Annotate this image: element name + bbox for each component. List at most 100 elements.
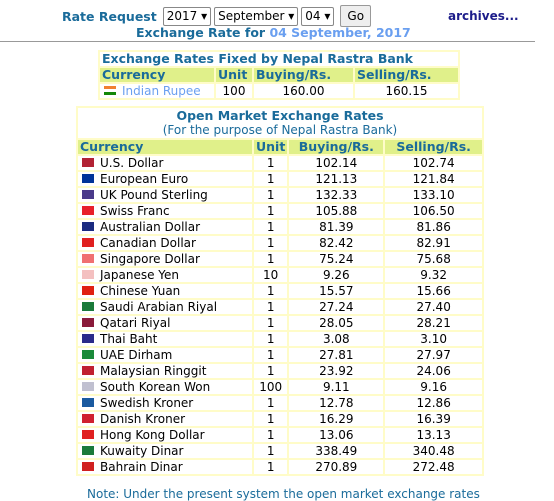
col-buying: Buying/Rs. [254,68,353,82]
year-select[interactable]: 2017 ▾ [162,6,212,26]
unit-cell: 100 [216,84,252,98]
table-row: Australian Dollar 1 81.39 81.86 [78,220,482,234]
rate-request-label: Rate Request [62,8,157,24]
rate-request-form: Rate Request 2017 ▾ September ▾ 04 ▾ Go [62,5,372,27]
selling-cell: 340.48 [385,444,482,458]
flag-icon [82,446,94,455]
unit-cell: 1 [254,444,288,458]
flag-icon [82,158,94,167]
month-select[interactable]: September ▾ [214,6,299,26]
currency-name: Swedish Kroner [100,396,194,410]
indian-rupee-link[interactable]: Indian Rupee [122,84,201,98]
go-button[interactable]: Go [340,5,372,27]
currency-name: Kuwaity Dinar [100,444,184,458]
unit-cell: 1 [254,236,288,250]
buying-cell: 82.42 [289,236,384,250]
currency-cell: Qatari Riyal [78,316,252,330]
buying-cell: 15.57 [289,284,384,298]
col-unit: Unit [216,68,252,82]
buying-cell: 9.26 [289,268,384,282]
currency-name: Malaysian Ringgit [100,364,207,378]
buying-cell: 16.29 [289,412,384,426]
buying-cell: 121.13 [289,172,384,186]
archives-link[interactable]: archives... [448,9,519,23]
currency-cell: Chinese Yuan [78,284,252,298]
unit-cell: 1 [254,284,288,298]
unit-cell: 1 [254,348,288,362]
currency-cell: Indian Rupee [100,84,214,98]
currency-name: Danish Kroner [100,412,186,426]
fixed-rates-table: Exchange Rates Fixed by Nepal Rastra Ban… [98,50,460,100]
unit-cell: 1 [254,316,288,330]
selling-cell: 28.21 [385,316,482,330]
flag-icon [82,382,94,391]
col-unit: Unit [254,139,288,154]
unit-cell: 1 [254,156,288,170]
currency-name: Saudi Arabian Riyal [100,300,218,314]
buying-cell: 270.89 [289,460,384,474]
currency-cell: Saudi Arabian Riyal [78,300,252,314]
currency-name: Japanese Yen [100,268,180,282]
flag-icon [82,462,94,471]
selling-cell: 16.39 [385,412,482,426]
unit-cell: 1 [254,332,288,346]
day-select[interactable]: 04 ▾ [301,6,335,26]
currency-name: U.S. Dollar [100,156,164,170]
selling-cell: 106.50 [385,204,482,218]
unit-cell: 1 [254,204,288,218]
buying-cell: 81.39 [289,220,384,234]
unit-cell: 1 [254,188,288,202]
selling-cell: 272.48 [385,460,482,474]
currency-cell: Japanese Yen [78,268,252,282]
unit-cell: 1 [254,364,288,378]
selling-cell: 81.86 [385,220,482,234]
selling-cell: 27.97 [385,348,482,362]
selling-cell: 13.13 [385,428,482,442]
unit-cell: 1 [254,412,288,426]
flag-icon [82,206,94,215]
month-value: September [218,8,285,23]
currency-name: Canadian Dollar [100,236,196,250]
currency-cell: Swiss Franc [78,204,252,218]
currency-cell: UAE Dirham [78,348,252,362]
selling-cell: 121.84 [385,172,482,186]
currency-name: Hong Kong Dollar [100,428,205,442]
table-row: European Euro 1 121.13 121.84 [78,172,482,186]
buying-cell: 13.06 [289,428,384,442]
currency-cell: Malaysian Ringgit [78,364,252,378]
buying-cell: 28.05 [289,316,384,330]
table-row: Kuwaity Dinar 1 338.49 340.48 [78,444,482,458]
currency-cell: South Korean Won [78,380,252,394]
selling-cell: 3.10 [385,332,482,346]
currency-name: Australian Dollar [100,220,201,234]
currency-cell: Bahrain Dinar [78,460,252,474]
buying-cell: 27.24 [289,300,384,314]
selling-cell: 9.16 [385,380,482,394]
currency-cell: Australian Dollar [78,220,252,234]
selling-cell: 12.86 [385,396,482,410]
table-row: Chinese Yuan 1 15.57 15.66 [78,284,482,298]
table-row: UAE Dirham 1 27.81 27.97 [78,348,482,362]
col-currency: Currency [78,140,252,154]
day-value: 04 [305,8,321,23]
table-row: Danish Kroner 1 16.29 16.39 [78,412,482,426]
selling-cell: 160.15 [355,84,458,98]
flag-icon [82,254,94,263]
currency-cell: U.S. Dollar [78,156,252,170]
flag-icon [82,238,94,247]
selling-cell: 82.91 [385,236,482,250]
fixed-table-title: Exchange Rates Fixed by Nepal Rastra Ban… [100,52,458,66]
flag-icon [82,190,94,199]
selling-cell: 133.10 [385,188,482,202]
table-row: U.S. Dollar 1 102.14 102.74 [78,156,482,170]
currency-name: Qatari Riyal [100,316,171,330]
currency-cell: Swedish Kroner [78,396,252,410]
buying-cell: 75.24 [289,252,384,266]
buying-cell: 102.14 [289,156,384,170]
table-row: Bahrain Dinar 1 270.89 272.48 [78,460,482,474]
buying-cell: 132.33 [289,188,384,202]
unit-cell: 10 [254,268,288,282]
selling-cell: 75.68 [385,252,482,266]
table-row: Singapore Dollar 1 75.24 75.68 [78,252,482,266]
buying-cell: 9.11 [289,380,384,394]
